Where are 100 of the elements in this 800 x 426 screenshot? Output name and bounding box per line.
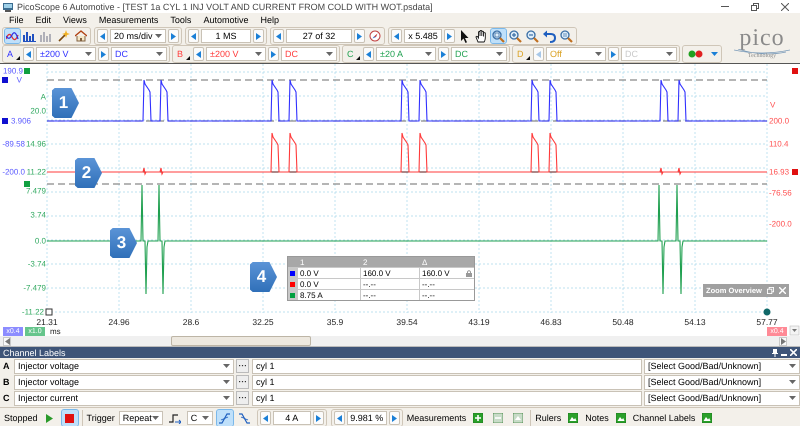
previous-button[interactable] — [391, 29, 402, 43]
channel-marker — [792, 169, 798, 175]
scroll-right-button[interactable] — [779, 336, 787, 346]
next-button[interactable] — [253, 29, 264, 43]
status-text: Stopped — [4, 413, 38, 423]
verdict-dropdown[interactable]: [Select Good/Bad/Unknown] — [644, 358, 800, 374]
window-title: PicoScope 6 Automotive - [TEST 1a CYL 1 INJ VOLT AND CURRENT FROM COLD WITH WOT.psdata] — [17, 2, 433, 12]
more-button[interactable] — [236, 375, 249, 389]
triangle-right-icon — [392, 414, 397, 422]
range-dropdown[interactable]: ±200 V — [36, 47, 96, 61]
scrollbar-thumb[interactable] — [171, 336, 311, 346]
view-button[interactable] — [22, 29, 37, 43]
next-button[interactable] — [168, 29, 179, 43]
note-field[interactable]: cyl 1 — [252, 390, 642, 406]
caret-icon — [223, 380, 230, 384]
scroll-left-button[interactable] — [3, 336, 11, 346]
next-button[interactable] — [444, 29, 455, 43]
wand-button[interactable] — [56, 29, 71, 43]
triangle-right-icon — [447, 32, 452, 40]
previous-button[interactable] — [273, 29, 284, 43]
axis-label: -89.58 — [2, 140, 25, 148]
buffer-field[interactable]: 27 of 32 — [286, 29, 352, 43]
samples-field[interactable]: 1 MS — [201, 29, 251, 43]
edge-button[interactable] — [216, 410, 233, 426]
compass-icon — [368, 30, 380, 42]
table-cell: 160.0 V — [420, 268, 474, 278]
triangle-right-icon — [357, 32, 362, 40]
axis-tick-label: 46.83 — [540, 317, 562, 327]
next-button[interactable] — [312, 411, 324, 425]
view-button[interactable] — [5, 29, 20, 43]
coupling-dropdown[interactable]: DC — [281, 47, 337, 61]
tool-button[interactable] — [474, 29, 489, 43]
pin-icon — [772, 348, 778, 356]
next-button[interactable] — [438, 47, 449, 61]
menu-item[interactable]: Measurements — [92, 15, 164, 25]
note-field[interactable]: cyl 1 — [252, 374, 642, 390]
previous-button[interactable] — [363, 47, 374, 61]
menu-item[interactable]: Automotive — [197, 15, 254, 25]
previous-button[interactable] — [334, 411, 345, 425]
menu-item[interactable]: File — [3, 15, 30, 25]
verdict-dropdown[interactable]: [Select Good/Bad/Unknown] — [644, 374, 800, 390]
menu-item[interactable]: Views — [57, 15, 93, 25]
more-button[interactable] — [236, 359, 249, 373]
table-cell: --.-- — [361, 290, 419, 300]
menu-item[interactable]: Tools — [164, 15, 198, 25]
trigger-source-dropdown[interactable]: C — [186, 411, 213, 425]
next-button[interactable] — [268, 47, 279, 61]
verdict-dropdown[interactable]: [Select Good/Bad/Unknown] — [644, 390, 800, 406]
next-button[interactable] — [98, 47, 109, 61]
compass-button[interactable] — [367, 29, 382, 43]
more-button[interactable] — [236, 391, 249, 405]
threshold-field[interactable]: 4 A — [272, 411, 311, 425]
caret-icon — [595, 52, 602, 56]
channel-marker — [24, 68, 30, 74]
menu-item[interactable]: Help — [254, 15, 285, 25]
next-button[interactable] — [608, 47, 619, 61]
axis-label: 11.22 — [26, 168, 46, 176]
axis-tick-label: 57.77 — [756, 317, 778, 327]
previous-button[interactable] — [193, 47, 204, 61]
coupling-dropdown[interactable]: DC — [111, 47, 167, 61]
trigger-label: Trigger — [86, 413, 115, 423]
scroll-down-button[interactable] — [790, 326, 800, 336]
timebase-dropdown[interactable]: 20 ms/div — [110, 29, 166, 43]
channel-marker — [792, 68, 798, 74]
axis-label: 3.74 — [30, 210, 46, 220]
axis-label: -200.0 — [2, 168, 25, 176]
caret-icon — [326, 52, 333, 56]
run-button[interactable] — [62, 410, 78, 426]
previous-button[interactable] — [260, 411, 271, 425]
triangle-left-icon — [536, 50, 541, 58]
note-field[interactable]: cyl 1 — [252, 358, 642, 374]
next-button[interactable] — [354, 29, 365, 43]
axis-label: -76.56 — [769, 188, 792, 198]
trigger-mode-dropdown[interactable]: Repeat — [118, 411, 163, 425]
next-button[interactable] — [388, 411, 400, 425]
previous-button[interactable] — [188, 29, 199, 43]
plus-icon — [473, 413, 484, 423]
label-dropdown[interactable]: Injector voltage — [14, 374, 234, 390]
previous-button[interactable] — [23, 47, 34, 61]
home-button[interactable] — [73, 29, 88, 43]
menu-item[interactable]: Edit — [30, 15, 58, 25]
channel-marker — [46, 308, 52, 316]
zoom-field[interactable]: x 5.485 — [404, 29, 442, 43]
triangle-left-icon — [4, 338, 10, 344]
range-dropdown[interactable]: ±200 V — [206, 47, 266, 61]
channel-marker — [2, 77, 8, 83]
image-icon — [568, 413, 578, 423]
previous-button[interactable] — [97, 29, 108, 43]
pretrigger-field[interactable]: 9.981 % — [346, 411, 387, 425]
channel-button[interactable]: A — [5, 47, 21, 61]
label-dropdown[interactable]: Injector voltage — [14, 358, 234, 374]
triangle-icon — [513, 413, 524, 423]
axis-label: 0.0 — [34, 236, 46, 246]
label-dropdown[interactable]: Injector current — [14, 390, 234, 406]
minus-icon — [493, 413, 504, 423]
triangle-left-icon — [394, 32, 399, 40]
step-wave-icon — [168, 412, 181, 424]
lock-icon — [466, 270, 472, 276]
channel-letter: C — [2, 393, 10, 403]
zoom-in-icon — [509, 30, 522, 42]
